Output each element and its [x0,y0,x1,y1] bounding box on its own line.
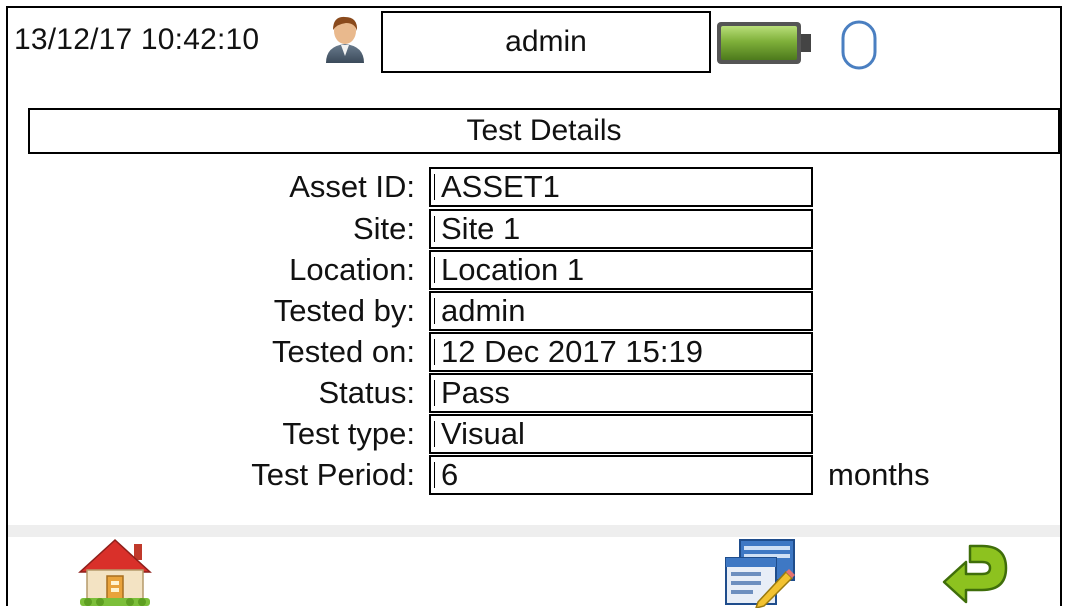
form-row-status: Status: Pass [0,373,1070,413]
field-label: Status: [318,375,416,410]
test-period-field[interactable]: 6 [429,455,813,495]
tested-by-field[interactable]: admin [429,291,813,331]
user-field[interactable]: admin [381,11,711,73]
status-field[interactable]: Pass [429,373,813,413]
form-row-site: Site: Site 1 [0,209,1070,249]
tested-on-field[interactable]: 12 Dec 2017 15:19 [429,332,813,372]
field-label: Test type: [282,416,415,451]
mouse-icon [841,20,877,70]
home-icon[interactable] [78,538,152,608]
page-title: Test Details [28,108,1060,154]
user-icon [326,16,364,63]
form-row-test-period: Test Period: 6 months [0,455,1070,495]
site-field[interactable]: Site 1 [429,209,813,249]
asset-id-field[interactable]: ASSET1 [429,167,813,207]
field-label: Tested on: [271,334,415,369]
form-row-tested-on: Tested on: 12 Dec 2017 15:19 [0,332,1070,372]
back-icon[interactable] [940,540,1010,606]
field-label: Location: [289,252,415,287]
datetime: 13/12/17 10:42:10 [14,23,260,56]
field-label: Asset ID: [289,169,415,204]
location-field[interactable]: Location 1 [429,250,813,290]
form-row-test-type: Test type: Visual [0,414,1070,454]
form-row-location: Location: Location 1 [0,250,1070,290]
field-label: Site: [352,211,415,246]
form-row-asset-id: Asset ID: ASSET1 [0,167,1070,207]
test-type-field[interactable]: Visual [429,414,813,454]
test-period-unit: months [828,457,930,492]
field-label: Tested by: [273,293,415,328]
form-row-tested-by: Tested by: admin [0,291,1070,331]
report-icon[interactable] [722,536,798,608]
toolbar-separator [8,525,1060,537]
battery-icon [717,22,811,64]
field-label: Test Period: [251,457,415,492]
